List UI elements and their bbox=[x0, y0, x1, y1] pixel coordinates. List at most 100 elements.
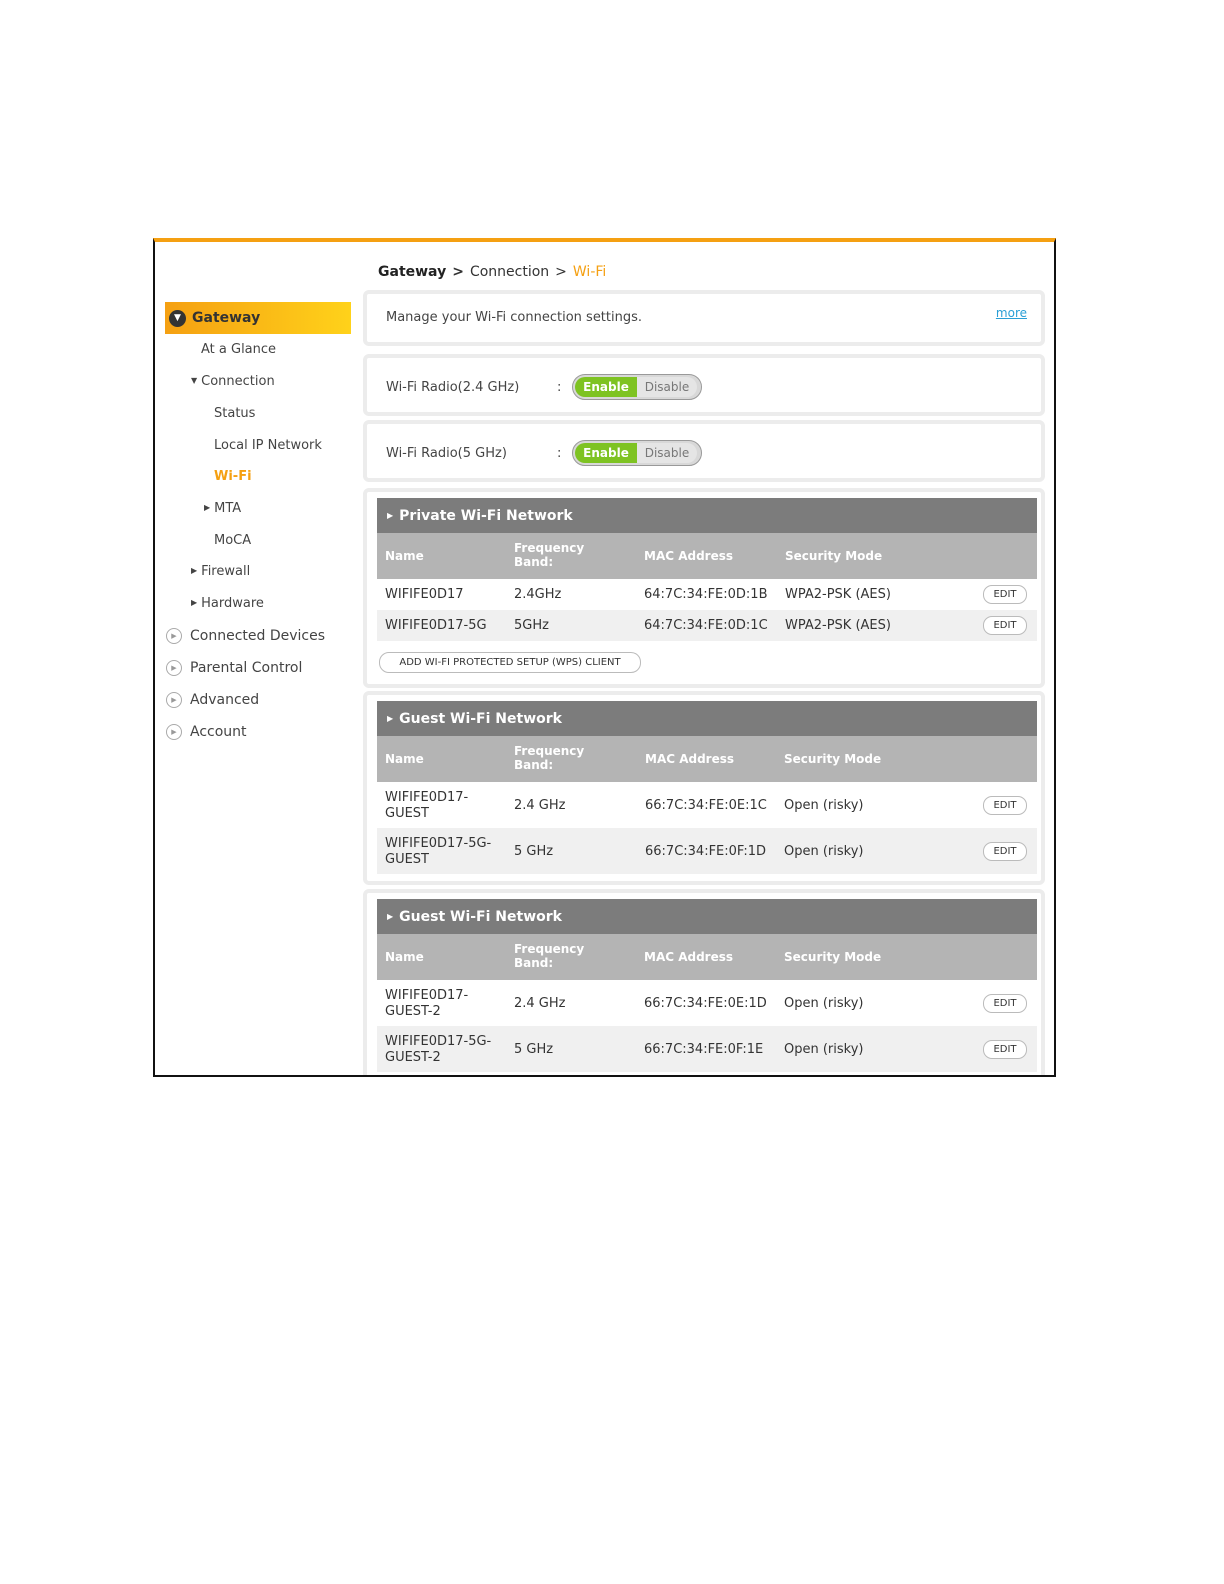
sidebar-item-local-ip-network[interactable]: Local IP Network bbox=[214, 438, 322, 453]
column-security: Security Mode bbox=[785, 549, 883, 563]
edit-button[interactable]: EDIT bbox=[983, 994, 1027, 1013]
column-name: Name bbox=[385, 752, 424, 766]
sidebar-item-at-a-glance[interactable]: At a Glance bbox=[201, 342, 276, 357]
sidebar-item-label: Parental Control bbox=[190, 660, 303, 676]
network-frequency: 2.4 GHz bbox=[514, 798, 566, 813]
sidebar-item-parental-control[interactable]: ▶ Parental Control bbox=[166, 660, 302, 676]
sidebar-item-connection[interactable]: ▼ Connection bbox=[191, 374, 275, 389]
more-link[interactable]: more bbox=[996, 306, 1027, 320]
private-network-panel: ▶ Private Wi-Fi Network Name Frequency B… bbox=[363, 488, 1045, 688]
edit-button[interactable]: EDIT bbox=[983, 796, 1027, 815]
column-mac: MAC Address bbox=[645, 752, 735, 766]
table-row: WIFIFE0D17-5G- GUEST 5 GHz 66:7C:34:FE:0… bbox=[377, 828, 1037, 874]
guest-network-2-header[interactable]: ▶ Guest Wi-Fi Network bbox=[377, 899, 1037, 934]
radio-24-toggle[interactable]: Enable Disable bbox=[572, 374, 702, 400]
guest-network-2-column-header: Name Frequency Band: MAC Address Securit… bbox=[377, 934, 1037, 980]
network-name: WIFIFE0D17-5G- bbox=[385, 836, 492, 851]
sidebar-item-wifi[interactable]: Wi-Fi bbox=[214, 469, 252, 484]
sidebar-item-status[interactable]: Status bbox=[214, 406, 255, 421]
guest-network-1-column-header: Name Frequency Band: MAC Address Securit… bbox=[377, 736, 1037, 782]
radio-5-enable-button[interactable]: Enable bbox=[575, 443, 637, 463]
edit-button[interactable]: EDIT bbox=[983, 842, 1027, 861]
chevron-down-icon: ▼ bbox=[169, 309, 186, 327]
sidebar-item-label: Gateway bbox=[192, 310, 261, 326]
sidebar-item-label: Hardware bbox=[201, 596, 264, 611]
breadcrumb-connection[interactable]: Connection bbox=[470, 264, 549, 280]
play-circle-icon: ▶ bbox=[166, 660, 182, 676]
table-row: WIFIFE0D17-5G 5GHz 64:7C:34:FE:0D:1C WPA… bbox=[377, 610, 1037, 641]
intro-panel: Manage your Wi-Fi connection settings. m… bbox=[363, 290, 1045, 346]
radio-24-enable-button[interactable]: Enable bbox=[575, 377, 637, 397]
guest-network-1-header[interactable]: ▶ Guest Wi-Fi Network bbox=[377, 701, 1037, 736]
sidebar-item-moca[interactable]: MoCA bbox=[214, 533, 251, 548]
table-row: WIFIFE0D17 2.4GHz 64:7C:34:FE:0D:1B WPA2… bbox=[377, 579, 1037, 610]
network-security: WPA2-PSK (AES) bbox=[785, 587, 891, 602]
network-security: Open (risky) bbox=[784, 996, 864, 1011]
gateway-window: Gateway > Connection > Wi-Fi ▼ Gateway At a … bbox=[153, 238, 1056, 1077]
private-network-header[interactable]: ▶ Private Wi-Fi Network bbox=[377, 498, 1037, 533]
network-frequency: 5 GHz bbox=[514, 1042, 554, 1057]
table-row: WIFIFE0D17- GUEST-2 2.4 GHz 66:7C:34:FE:… bbox=[377, 980, 1037, 1026]
network-security: Open (risky) bbox=[784, 1042, 864, 1057]
play-circle-icon: ▶ bbox=[166, 628, 182, 644]
network-name-line2: GUEST bbox=[385, 852, 429, 867]
column-frequency: Frequency bbox=[514, 541, 585, 555]
radio-24-panel: Wi-Fi Radio(2.4 GHz) : Enable Disable bbox=[363, 354, 1045, 416]
sidebar-item-account[interactable]: ▶ Account bbox=[166, 724, 247, 740]
add-wps-client-button[interactable]: ADD WI-FI PROTECTED SETUP (WPS) CLIENT bbox=[379, 652, 641, 673]
column-mac: MAC Address bbox=[644, 950, 734, 964]
network-mac: 64:7C:34:FE:0D:1B bbox=[644, 587, 768, 602]
triangle-right-icon: ▶ bbox=[204, 503, 211, 512]
sidebar-item-connected-devices[interactable]: ▶ Connected Devices bbox=[166, 628, 325, 644]
radio-24-disable-button[interactable]: Disable bbox=[637, 377, 697, 397]
guest-network-2-title: Guest Wi-Fi Network bbox=[399, 908, 562, 925]
radio-24-label: Wi-Fi Radio(2.4 GHz) bbox=[386, 380, 520, 395]
network-name: WIFIFE0D17-5G- bbox=[385, 1034, 492, 1049]
column-frequency-band: Band: bbox=[514, 758, 554, 772]
sidebar-item-label: Connection bbox=[201, 374, 275, 389]
breadcrumb-gateway[interactable]: Gateway bbox=[378, 264, 446, 280]
network-name: WIFIFE0D17-5G bbox=[385, 618, 487, 633]
breadcrumb-separator: > bbox=[452, 264, 464, 280]
network-mac: 66:7C:34:FE:0E:1D bbox=[644, 996, 767, 1011]
triangle-right-icon: ▶ bbox=[387, 511, 394, 520]
column-security: Security Mode bbox=[784, 950, 882, 964]
sidebar-item-firewall[interactable]: ▶ Firewall bbox=[191, 564, 250, 579]
network-frequency: 5GHz bbox=[514, 618, 549, 633]
network-frequency: 5 GHz bbox=[514, 844, 554, 859]
radio-5-panel: Wi-Fi Radio(5 GHz) : Enable Disable bbox=[363, 420, 1045, 482]
column-frequency: Frequency bbox=[514, 744, 585, 758]
edit-button[interactable]: EDIT bbox=[983, 1040, 1027, 1059]
radio-5-toggle[interactable]: Enable Disable bbox=[572, 440, 702, 466]
guest-network-2-panel: ▶ Guest Wi-Fi Network Name Frequency Ban… bbox=[363, 889, 1045, 1075]
play-circle-icon: ▶ bbox=[166, 692, 182, 708]
network-security: Open (risky) bbox=[784, 844, 864, 859]
sidebar-item-label: Account bbox=[190, 724, 247, 740]
network-name-line2: GUEST-2 bbox=[385, 1004, 441, 1019]
breadcrumb-separator: > bbox=[555, 264, 567, 280]
table-row: WIFIFE0D17- GUEST 2.4 GHz 66:7C:34:FE:0E… bbox=[377, 782, 1037, 828]
column-frequency: Frequency bbox=[514, 942, 585, 956]
network-name-line2: GUEST-2 bbox=[385, 1050, 441, 1065]
edit-button[interactable]: EDIT bbox=[983, 616, 1027, 635]
column-name: Name bbox=[385, 950, 424, 964]
network-mac: 64:7C:34:FE:0D:1C bbox=[644, 618, 768, 633]
edit-button[interactable]: EDIT bbox=[983, 585, 1027, 604]
network-security: WPA2-PSK (AES) bbox=[785, 618, 891, 633]
triangle-right-icon: ▶ bbox=[191, 598, 198, 607]
sidebar-item-advanced[interactable]: ▶ Advanced bbox=[166, 692, 259, 708]
play-circle-icon: ▶ bbox=[166, 724, 182, 740]
sidebar-item-mta[interactable]: ▶ MTA bbox=[204, 501, 241, 516]
network-mac: 66:7C:34:FE:0F:1D bbox=[645, 844, 767, 859]
radio-5-disable-button[interactable]: Disable bbox=[637, 443, 697, 463]
guest-network-1-panel: ▶ Guest Wi-Fi Network Name Frequency Ban… bbox=[363, 691, 1045, 885]
column-mac: MAC Address bbox=[644, 549, 734, 563]
sidebar-item-gateway[interactable]: ▼ Gateway bbox=[165, 302, 351, 334]
column-frequency-band: Band: bbox=[514, 956, 554, 970]
triangle-right-icon: ▶ bbox=[387, 912, 394, 921]
page-description: Manage your Wi-Fi connection settings. bbox=[386, 310, 643, 325]
sidebar-item-hardware[interactable]: ▶ Hardware bbox=[191, 596, 264, 611]
network-name: WIFIFE0D17 bbox=[385, 587, 464, 602]
radio-5-colon: : bbox=[557, 446, 562, 461]
triangle-right-icon: ▶ bbox=[387, 714, 394, 723]
